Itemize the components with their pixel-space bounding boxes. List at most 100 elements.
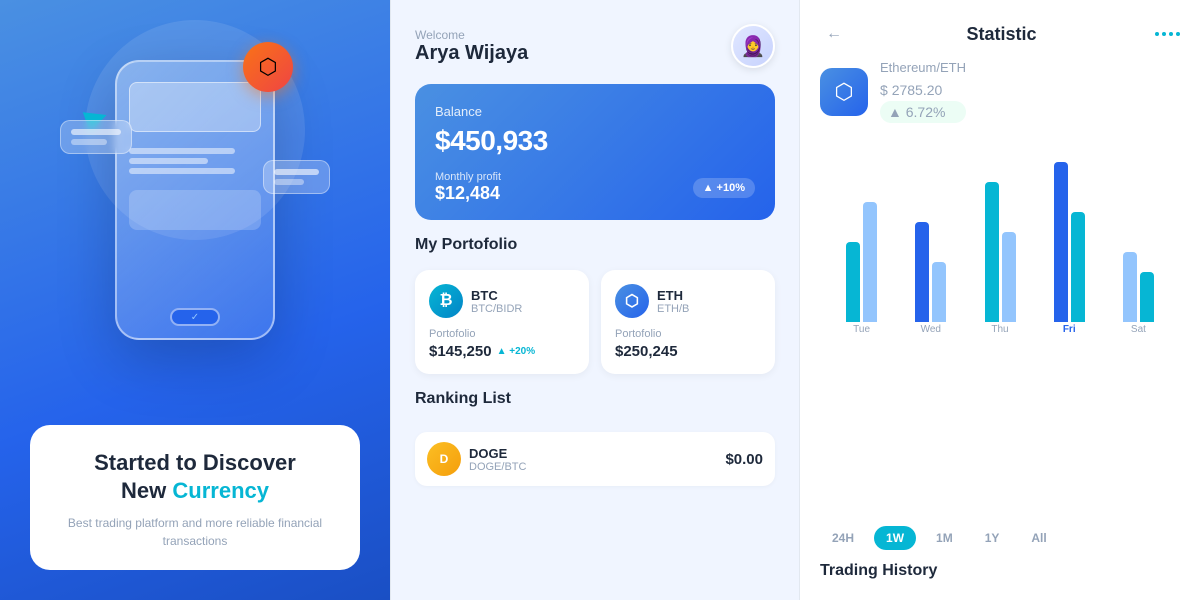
dot4	[1176, 32, 1180, 36]
portfolio-card-btc[interactable]: ₿ BTC BTC/BIDR Portofolio $145,250 ▲ +20…	[415, 270, 589, 374]
phone-mockup: ⬡ ✓	[115, 60, 275, 340]
user-name: Arya Wijaya	[415, 42, 528, 65]
profit-info: Monthly profit $12,484	[435, 171, 501, 204]
eth-price: $ 2785.20 ▲ 6.72%	[880, 75, 966, 123]
phone-card-lines	[129, 148, 261, 174]
title-text-2: New	[121, 478, 166, 503]
title-highlight: Currency	[172, 478, 269, 503]
bar-light-thu	[1002, 232, 1016, 322]
phone-card-1	[129, 82, 261, 132]
profit-badge: ▲ +10%	[693, 178, 755, 198]
doge-amount: $0.00	[725, 451, 763, 468]
btc-icon: ₿	[429, 284, 463, 318]
filter-1y[interactable]: 1Y	[973, 526, 1012, 550]
eth-coin-row: ⬡ ETH ETH/B	[615, 284, 761, 318]
bar-pair-sat	[1123, 142, 1154, 322]
doge-icon: D	[427, 442, 461, 476]
eth-icon: ⬡	[615, 284, 649, 318]
price-change-text: ▲ 6.72%	[880, 101, 966, 123]
btc-coin-row: ₿ BTC BTC/BIDR	[429, 284, 575, 318]
bar-teal-tue	[846, 242, 860, 322]
dot2	[1162, 32, 1166, 36]
filter-1m[interactable]: 1M	[924, 526, 965, 550]
filter-24h[interactable]: 24H	[820, 526, 866, 550]
dashboard-header: Welcome Arya Wijaya 🧕	[415, 24, 775, 68]
up-arrow-icon: ▲	[703, 182, 714, 194]
bar-light-wed	[932, 262, 946, 322]
dollar-sign: $	[880, 82, 892, 98]
bar-group-fri: Fri	[1038, 142, 1101, 335]
balance-amount: $450,933	[435, 125, 755, 157]
eth-coin-name: Ethereum/ETH	[880, 60, 966, 75]
bar-pair-fri	[1054, 142, 1085, 322]
chart-area: Tue Wed Thu	[820, 135, 1180, 514]
eth-price-value: 2785.20	[892, 82, 943, 98]
bar-dark-wed	[915, 222, 929, 322]
profit-label: Monthly profit	[435, 171, 501, 183]
bar-group-tue: Tue	[830, 142, 893, 335]
price-change-badge: ▲ 6.72%	[880, 101, 966, 123]
title-text-1: Started to Discover	[94, 450, 296, 475]
doge-coin-row: D DOGE DOGE/BTC	[427, 442, 526, 476]
doge-info: DOGE DOGE/BTC	[469, 446, 526, 473]
portfolio-row: ₿ BTC BTC/BIDR Portofolio $145,250 ▲ +20…	[415, 270, 775, 374]
portfolio-title: My Portofolio	[415, 236, 775, 254]
illustration: ⬡ ✓ ▶	[0, 0, 390, 400]
avatar[interactable]: 🧕	[731, 24, 775, 68]
dot3	[1169, 32, 1173, 36]
bar-label-tue: Tue	[853, 324, 870, 335]
eth-info: ETH ETH/B	[657, 288, 689, 315]
phone-line	[129, 148, 235, 154]
portfolio-card-eth[interactable]: ⬡ ETH ETH/B Portofolio $250,245	[601, 270, 775, 374]
bar-pair-tue	[846, 142, 877, 322]
bar-dark-fri	[1054, 162, 1068, 322]
filter-1w[interactable]: 1W	[874, 526, 916, 550]
ranking-title: Ranking List	[415, 390, 775, 408]
onboarding-subtitle: Best trading platform and more reliable …	[54, 514, 336, 550]
panel-dashboard: Welcome Arya Wijaya 🧕 Balance $450,933 M…	[390, 0, 800, 600]
profit-amount: $12,484	[435, 183, 501, 204]
statistic-header: ← Statistic	[820, 20, 1180, 48]
bar-label-sat: Sat	[1131, 324, 1146, 335]
chart-bars: Tue Wed Thu	[820, 135, 1180, 335]
bar-group-thu: Thu	[968, 142, 1031, 335]
bar-group-wed: Wed	[899, 142, 962, 335]
panel-statistic: ← Statistic ⬡ Ethereum/ETH $ 2785.20 ▲ 6…	[800, 0, 1200, 600]
phone-line	[129, 158, 208, 164]
eth-amount: $250,245	[615, 343, 761, 360]
bar-group-sat: Sat	[1107, 142, 1170, 335]
dot1	[1155, 32, 1159, 36]
bar-pair-wed	[915, 142, 946, 322]
phone-line	[129, 168, 235, 174]
dots-menu[interactable]	[1155, 32, 1180, 36]
bar-teal-sat	[1140, 272, 1154, 322]
balance-card: Balance $450,933 Monthly profit $12,484 …	[415, 84, 775, 220]
filter-all[interactable]: All	[1019, 526, 1058, 550]
eth-badge: ⬡	[243, 42, 293, 92]
onboarding-title: Started to Discover New Currency	[54, 449, 336, 506]
eth-info-row: ⬡ Ethereum/ETH $ 2785.20 ▲ 6.72%	[820, 60, 1180, 123]
floating-card-right	[263, 160, 330, 194]
user-info: Welcome Arya Wijaya	[415, 28, 528, 65]
bar-teal-fri	[1071, 212, 1085, 322]
eth-large-icon: ⬡	[820, 68, 868, 116]
panel-onboarding: ⬡ ✓ ▶ Started to Discover New Currency	[0, 0, 390, 600]
profit-badge-text: +10%	[717, 182, 745, 194]
btc-info: BTC BTC/BIDR	[471, 288, 522, 315]
bar-pair-thu	[985, 142, 1016, 322]
welcome-text: Welcome	[415, 28, 528, 42]
back-button[interactable]: ←	[820, 20, 848, 48]
btc-amount: $145,250 ▲ +20%	[429, 343, 575, 360]
trading-history-title: Trading History	[820, 562, 1180, 580]
bar-label-wed: Wed	[921, 324, 941, 335]
bar-label-thu: Thu	[991, 324, 1008, 335]
time-filters: 24H 1W 1M 1Y All	[820, 526, 1180, 550]
profit-row: Monthly profit $12,484 ▲ +10%	[435, 171, 755, 204]
eth-details: Ethereum/ETH $ 2785.20 ▲ 6.72%	[880, 60, 966, 123]
bar-light-tue	[863, 202, 877, 322]
onboarding-text-card: Started to Discover New Currency Best tr…	[30, 425, 360, 570]
page-title: Statistic	[966, 24, 1036, 45]
bar-light-sat	[1123, 252, 1137, 322]
bar-label-fri: Fri	[1063, 324, 1076, 335]
ranking-row-doge[interactable]: D DOGE DOGE/BTC $0.00	[415, 432, 775, 486]
